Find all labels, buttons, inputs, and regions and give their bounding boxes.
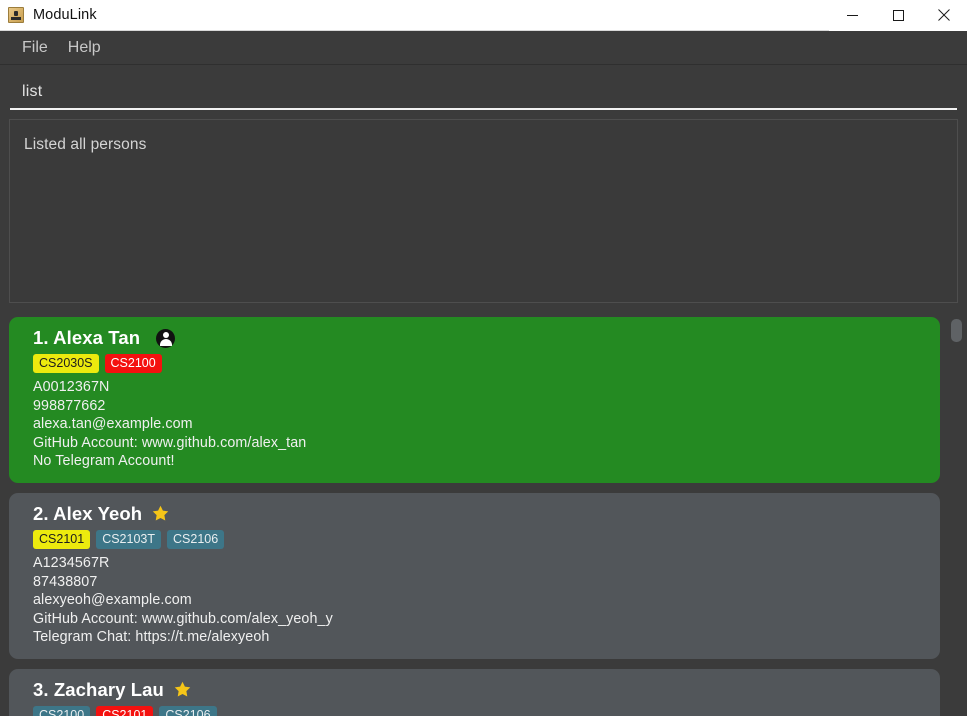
star-icon bbox=[152, 505, 169, 521]
command-input-value: list bbox=[22, 82, 43, 100]
module-tag: CS2106 bbox=[167, 529, 225, 550]
person-detail-line: alexyeoh@example.com bbox=[33, 592, 192, 609]
person-icon bbox=[156, 328, 176, 348]
person-card-header: 3. Zachary Lau bbox=[33, 679, 940, 701]
module-tag: CS2030S bbox=[33, 354, 99, 374]
window-controls bbox=[829, 0, 967, 31]
title-bar: ModuLink bbox=[0, 0, 967, 31]
person-card[interactable]: 3. Zachary LauCS2100CS2101CS2106A1234567… bbox=[9, 668, 940, 716]
module-tag: CS2106 bbox=[159, 705, 217, 716]
person-detail-line: GitHub Account: www.github.com/alex_yeoh… bbox=[33, 610, 333, 627]
person-list-scrollbar[interactable] bbox=[950, 309, 964, 716]
person-detail-line: 87438807 bbox=[33, 573, 98, 590]
module-tag: CS2101 bbox=[33, 529, 91, 550]
person-name: 2. Alex Yeoh bbox=[33, 502, 143, 524]
result-display: Listed all persons bbox=[9, 119, 958, 303]
minimize-icon bbox=[846, 14, 858, 16]
module-tag: CS2100 bbox=[104, 354, 162, 374]
close-button[interactable] bbox=[921, 0, 967, 31]
result-message: Listed all persons bbox=[24, 136, 147, 153]
person-name: 3. Zachary Lau bbox=[33, 678, 164, 700]
person-card[interactable]: 2. Alex Yeoh CS2101 CS2103T CS2106 A1234567R… bbox=[9, 492, 940, 659]
module-tag: CS2101 bbox=[96, 705, 154, 716]
person-detail-line: No Telegram Account! bbox=[33, 453, 175, 470]
maximize-icon bbox=[892, 9, 904, 21]
person-detail-line: 998877662 bbox=[33, 397, 106, 414]
module-tag: CS2100 bbox=[33, 705, 91, 716]
app-window: ModuLink File Help list Listed all perso… bbox=[0, 0, 967, 716]
person-card-header: 1. Alexa Tan bbox=[33, 327, 940, 349]
person-detail-line: A1234567R bbox=[33, 555, 110, 572]
close-icon bbox=[938, 9, 950, 21]
star-icon bbox=[174, 681, 191, 697]
scrollbar-thumb[interactable] bbox=[951, 319, 962, 342]
person-list: 1. Alexa Tan CS2030S CS2100 A0012367N 998877… bbox=[9, 317, 958, 716]
person-name: 1. Alexa Tan bbox=[33, 327, 141, 348]
tag-row: CS2030S CS2100 bbox=[33, 354, 940, 374]
person-card-header: 2. Alex Yeoh bbox=[33, 503, 940, 525]
person-detail-line: alexa.tan@example.com bbox=[33, 416, 193, 433]
tag-row: CS2101 CS2103T CS2106 bbox=[33, 529, 940, 550]
tag-row: CS2100 CS2101 CS2106 bbox=[33, 705, 940, 716]
person-list-panel: 1. Alexa Tan CS2030S CS2100 A0012367N 998877… bbox=[0, 309, 967, 716]
minimize-button[interactable] bbox=[829, 0, 875, 31]
menu-bar: File Help bbox=[0, 31, 967, 65]
command-input[interactable]: list bbox=[10, 75, 957, 110]
person-detail-line: Telegram Chat: https://t.me/alexyeoh bbox=[33, 629, 270, 646]
menu-item-help[interactable]: Help bbox=[58, 35, 111, 61]
maximize-button[interactable] bbox=[875, 0, 921, 31]
menu-item-file[interactable]: File bbox=[12, 35, 58, 61]
person-card[interactable]: 1. Alexa Tan CS2030S CS2100 A0012367N 998877… bbox=[9, 317, 940, 483]
person-detail-line: A0012367N bbox=[33, 379, 110, 396]
module-tag: CS2103T bbox=[96, 529, 161, 550]
command-box-container: list bbox=[0, 65, 967, 110]
person-detail-line: GitHub Account: www.github.com/alex_tan bbox=[33, 434, 307, 451]
result-display-container: Listed all persons bbox=[0, 110, 967, 309]
app-icon bbox=[8, 7, 24, 23]
window-title: ModuLink bbox=[33, 7, 97, 23]
